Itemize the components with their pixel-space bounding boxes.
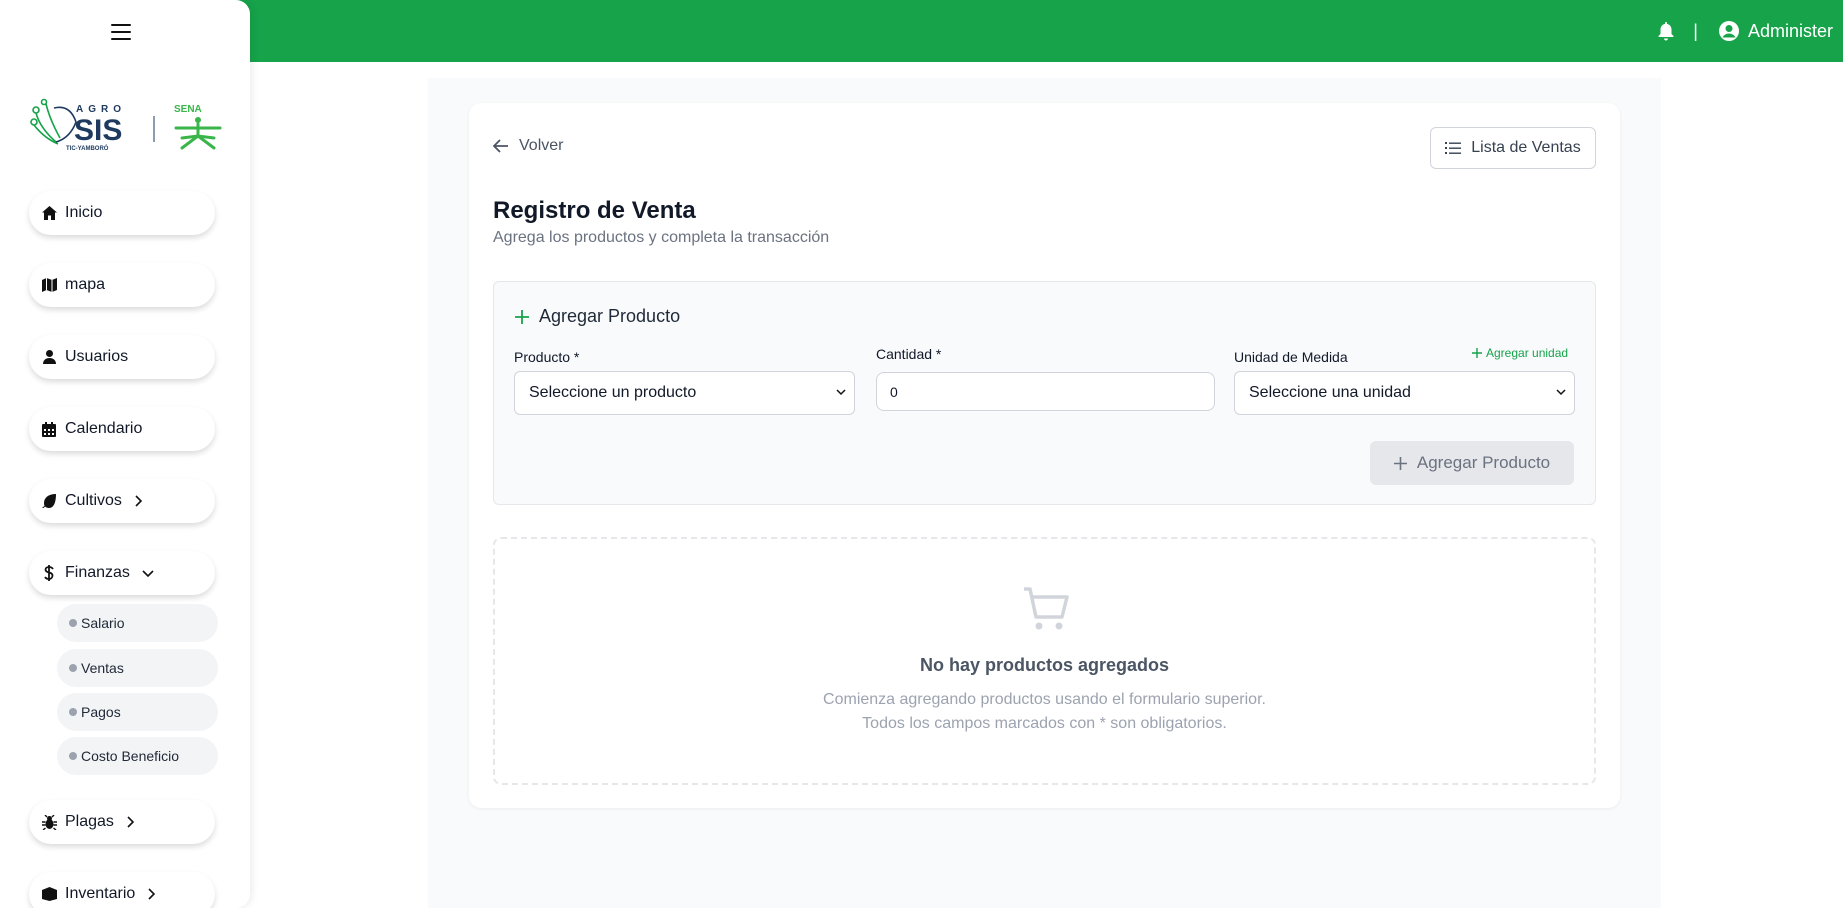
sidebar-item-usuarios[interactable]: Usuarios [29,335,215,379]
sale-form-card: Volver Lista de Ventas Registro de Venta… [469,103,1620,808]
add-unit-label: Agregar unidad [1486,346,1569,360]
page-subtitle: Agrega los productos y completa la trans… [493,229,830,246]
user-menu[interactable]: Administer [1718,20,1833,42]
sidebar-item-label: Plagas [65,813,114,830]
producto-select[interactable]: Seleccione un producto [514,371,855,415]
plus-icon [1472,348,1482,358]
chevron-right-icon [126,816,134,828]
chevron-right-icon [134,495,142,507]
svg-text:TIC-YAMBORÓ: TIC-YAMBORÓ [66,144,109,152]
menu-toggle-icon[interactable] [111,24,131,42]
sidebar-subitem-label: Salario [81,615,125,631]
sidebar-subitem-costo-beneficio[interactable]: Costo Beneficio [57,737,218,775]
sidebar-item-label: Cultivos [65,492,122,509]
calendar-icon [41,421,57,437]
unidad-select-value: Seleccione una unidad [1249,384,1411,401]
chevron-right-icon [147,888,156,900]
svg-text:SIS: SIS [74,114,122,147]
empty-line-1: Comienza agregando productos usando el f… [823,691,1266,708]
back-link[interactable]: Volver [493,137,563,155]
bullet-dot [69,619,77,627]
bullet-dot [69,752,77,760]
sidebar-item-finanzas[interactable]: Finanzas [29,551,215,595]
logos: AGRO SIS TIC-YAMBORÓ SENA [30,98,225,152]
sidebar-subitem-ventas[interactable]: Ventas [57,649,218,687]
cantidad-input[interactable]: 0 [876,372,1215,411]
products-empty-state: No hay productos agregados Comienza agre… [493,537,1596,785]
top-bar: | Administer [0,0,1843,62]
sidebar-item-calendario[interactable]: Calendario [29,407,215,451]
add-product-button[interactable]: Agregar Producto [1370,441,1574,485]
back-label: Volver [519,137,564,154]
sidebar-subitem-label: Costo Beneficio [81,748,180,764]
page-title: Registro de Venta [493,197,696,224]
bug-icon [41,814,57,830]
producto-select-value: Seleccione un producto [529,384,697,401]
add-unit-link[interactable]: Agregar unidad [1472,346,1568,360]
sidebar-item-label: Finanzas [65,564,130,581]
sidebar-subitem-label: Ventas [81,660,124,676]
agrosis-logo: AGRO SIS TIC-YAMBORÓ SENA [30,98,222,152]
plus-icon [1393,456,1407,470]
bell-icon[interactable] [1657,21,1675,41]
bullet-dot [69,664,77,672]
sidebar-item-label: Inventario [65,885,136,902]
chevron-down-icon [142,569,154,577]
cantidad-value: 0 [890,383,898,400]
form-heading: Agregar Producto [515,306,680,327]
map-icon [41,277,57,293]
top-bar-right: | Administer [1657,0,1833,62]
sidebar-item-cultivos[interactable]: Cultivos [29,479,215,523]
sidebar: AGRO SIS TIC-YAMBORÓ SENA Inicio mapa Us… [0,0,250,908]
bullet-dot [69,708,77,716]
sidebar-item-label: Calendario [65,420,143,437]
dollar-icon [41,565,57,581]
sidebar-subitem-label: Pagos [81,704,121,720]
add-product-label: Agregar Producto [1416,453,1551,472]
empty-line-2: Todos los campos marcados con * son obli… [862,715,1227,732]
sidebar-item-inventario[interactable]: Inventario [29,872,215,908]
chevron-down-icon [836,389,846,396]
sidebar-item-label: mapa [65,276,106,293]
form-heading-label: Agregar Producto [539,306,681,326]
home-icon [41,205,57,221]
cantidad-label: Cantidad * [876,346,942,362]
sidebar-item-label: Usuarios [65,348,129,365]
unidad-select[interactable]: Seleccione una unidad [1234,371,1575,415]
sales-list-button[interactable]: Lista de Ventas [1430,127,1596,169]
leaf-icon [41,493,57,509]
sidebar-item-inicio[interactable]: Inicio [29,191,215,235]
producto-label: Producto * [514,349,580,365]
sidebar-item-label: Inicio [65,204,103,221]
list-icon [1445,142,1462,154]
shopping-cart-icon [1024,587,1069,630]
chevron-down-icon [1556,389,1566,396]
sidebar-subitem-pagos[interactable]: Pagos [57,693,218,731]
unidad-label: Unidad de Medida [1234,349,1348,365]
empty-title: No hay productos agregados [919,655,1170,675]
plus-icon [515,309,529,324]
user-name: Administer [1747,20,1833,41]
svg-text:SENA: SENA [174,104,202,115]
sidebar-item-mapa[interactable]: mapa [29,263,215,307]
user-circle-icon [1718,21,1739,41]
sidebar-subitem-salario[interactable]: Salario [57,604,218,642]
box-icon [41,886,57,902]
user-icon [41,349,57,365]
header-separator: | [1693,20,1698,41]
arrow-left-icon [493,139,508,153]
sales-list-label: Lista de Ventas [1471,139,1581,156]
add-product-form: Agregar Producto Producto * Seleccione u… [493,281,1596,505]
sidebar-item-plagas[interactable]: Plagas [29,800,215,844]
